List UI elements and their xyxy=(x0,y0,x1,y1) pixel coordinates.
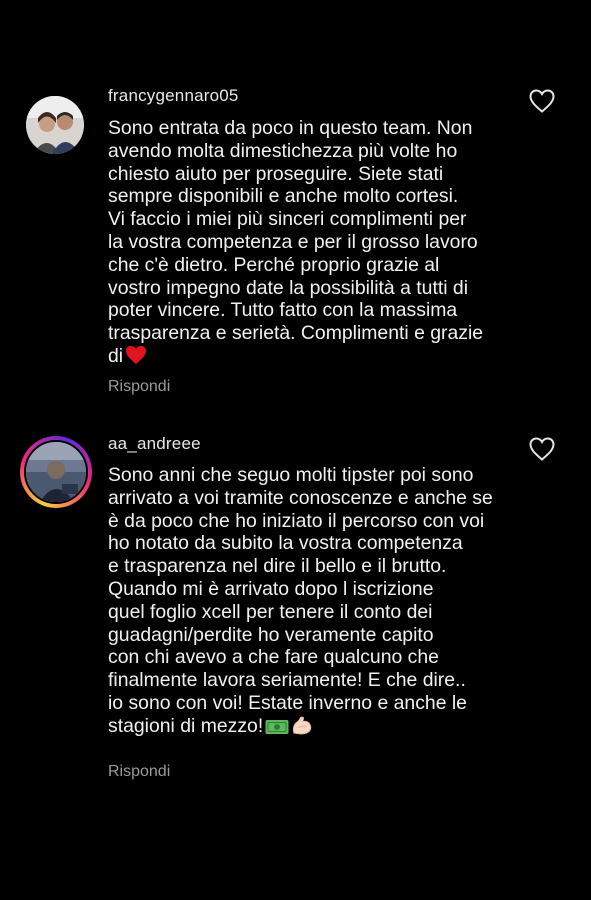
heart-outline-icon[interactable] xyxy=(528,436,556,462)
flexed-biceps-emoji xyxy=(291,715,313,741)
comment-item: aa_andreee Sono anni che seguo molti tip… xyxy=(0,420,591,840)
red-heart-emoji xyxy=(125,345,147,371)
avatar-photo xyxy=(26,96,84,154)
heart-outline-icon[interactable] xyxy=(528,88,556,114)
avatar-photo xyxy=(26,442,86,502)
comment-username[interactable]: aa_andreee xyxy=(108,434,201,454)
avatar[interactable] xyxy=(24,94,86,156)
reply-button[interactable]: Rispondi xyxy=(108,763,170,781)
comment-body: Sono entrata da poco in questo team. Non… xyxy=(108,117,484,367)
avatar[interactable] xyxy=(20,436,92,508)
money-emoji xyxy=(265,718,289,741)
comment-text: Sono anni che seguo molti tipster poi so… xyxy=(108,464,528,741)
comment-body: Sono anni che seguo molti tipster poi so… xyxy=(108,464,493,737)
reply-button[interactable]: Rispondi xyxy=(108,378,170,396)
comment-username[interactable]: francygennaro05 xyxy=(108,86,239,106)
comment-item: francygennaro05 Sono entrata da poco in … xyxy=(0,0,591,420)
comment-text: Sono entrata da poco in questo team. Non… xyxy=(108,117,518,371)
